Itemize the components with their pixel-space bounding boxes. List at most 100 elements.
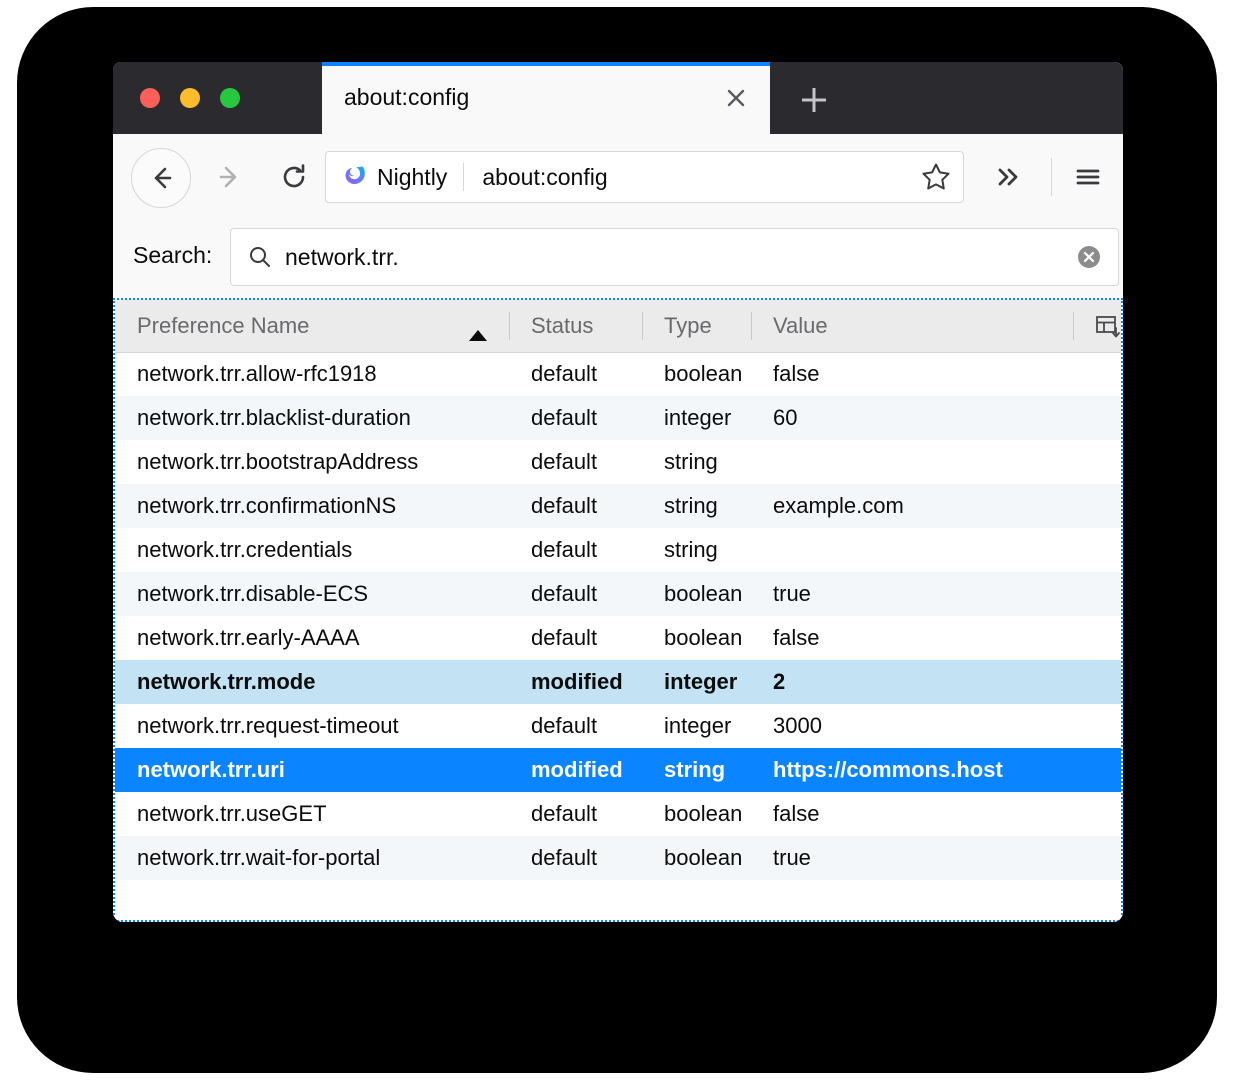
column-picker-icon[interactable] xyxy=(1095,315,1121,339)
pref-name: network.trr.blacklist-duration xyxy=(137,405,411,430)
pref-type: boolean xyxy=(664,845,743,870)
new-tab-icon[interactable] xyxy=(794,80,834,120)
pref-status: default xyxy=(531,405,598,430)
column-header-type[interactable]: Type xyxy=(642,300,751,353)
clear-search-icon[interactable] xyxy=(1076,244,1102,270)
column-header-value[interactable]: Value xyxy=(751,300,1073,353)
close-window-button[interactable] xyxy=(140,88,160,108)
pref-type: integer xyxy=(664,669,738,694)
pref-value xyxy=(751,528,1073,572)
pref-type: string xyxy=(664,493,718,518)
overflow-chevrons-icon[interactable] xyxy=(981,150,1035,204)
pref-value xyxy=(751,440,1073,484)
pref-value: true xyxy=(773,581,811,606)
row-spacer xyxy=(1073,528,1121,572)
table-row[interactable]: network.trr.blacklist-duration default int… xyxy=(115,396,1121,440)
maximize-window-button[interactable] xyxy=(220,88,240,108)
column-label-value: Value xyxy=(773,312,828,338)
table-row[interactable]: network.trr.wait-for-portal default boolea… xyxy=(115,836,1121,880)
url-bar[interactable]: Nightly about:config xyxy=(325,151,964,203)
table-row[interactable]: network.trr.early-AAAA default boolean fals… xyxy=(115,616,1121,660)
table-row[interactable]: network.trr.bootstrapAddress default strin… xyxy=(115,440,1121,484)
column-label-type: Type xyxy=(664,312,712,338)
pref-type: integer xyxy=(664,405,732,430)
pref-value: https://commons.host xyxy=(773,757,1003,782)
pref-name: network.trr.credentials xyxy=(137,537,353,562)
pref-status: modified xyxy=(531,669,623,694)
bookmark-star-icon[interactable] xyxy=(913,154,959,200)
table-row[interactable]: network.trr.useGET default boolean false xyxy=(115,792,1121,836)
close-tab-icon[interactable] xyxy=(720,82,752,114)
hamburger-menu-icon[interactable] xyxy=(1061,150,1115,204)
pref-type: boolean xyxy=(664,581,743,606)
pref-value: true xyxy=(773,845,811,870)
table-row[interactable]: network.trr.request-timeout default intege… xyxy=(115,704,1121,748)
browser-window: about:config Nightly about:config Search… xyxy=(113,62,1123,922)
row-spacer xyxy=(1073,660,1121,704)
pref-value: 2 xyxy=(773,669,786,694)
pref-value: example.com xyxy=(773,493,904,518)
pref-status: default xyxy=(531,801,598,826)
brand-label: Nightly xyxy=(377,163,448,190)
pref-value: 3000 xyxy=(773,713,822,738)
pref-name: network.trr.bootstrapAddress xyxy=(137,449,419,474)
toolbar-divider xyxy=(1051,158,1052,196)
table-row[interactable]: network.trr.uri modified string https://com… xyxy=(115,748,1121,792)
pref-name: network.trr.request-timeout xyxy=(137,713,399,738)
pref-type: boolean xyxy=(664,361,743,387)
column-header-preference-name[interactable]: Preference Name xyxy=(115,300,509,353)
row-spacer xyxy=(1073,352,1121,396)
search-label: Search: xyxy=(133,242,213,268)
forward-button[interactable] xyxy=(201,148,259,206)
row-spacer xyxy=(1073,704,1121,748)
pref-status: default xyxy=(531,493,598,518)
pref-status: default xyxy=(531,845,598,870)
pref-status: modified xyxy=(531,757,623,782)
table-row[interactable]: network.trr.mode modified integer 2 xyxy=(115,660,1121,704)
pref-name: network.trr.mode xyxy=(137,669,316,694)
column-header-status[interactable]: Status xyxy=(509,300,642,353)
pref-status: default xyxy=(531,625,598,650)
back-button[interactable] xyxy=(131,148,191,208)
navigation-toolbar: Nightly about:config xyxy=(113,134,1123,220)
search-field[interactable]: network.trr. xyxy=(230,228,1119,286)
pref-type: string xyxy=(664,537,718,562)
pref-name: network.trr.useGET xyxy=(137,801,327,826)
search-icon xyxy=(247,244,273,270)
table-row[interactable]: network.trr.allow-rfc1918 default boolean f… xyxy=(115,352,1121,396)
traffic-lights xyxy=(140,88,240,108)
tab-about-config[interactable]: about:config xyxy=(322,62,770,134)
row-spacer xyxy=(1073,748,1121,792)
pref-type: string xyxy=(664,757,726,782)
tab-title: about:config xyxy=(344,84,470,110)
pref-value: false xyxy=(773,625,820,650)
table-body: network.trr.allow-rfc1918 default boolean f… xyxy=(115,352,1121,880)
table-header-row: Preference Name Status Type Value xyxy=(115,300,1121,353)
table-row[interactable]: network.trr.credentials default string xyxy=(115,528,1121,572)
url-text: about:config xyxy=(482,163,608,190)
brand-chip: Nightly xyxy=(326,161,463,194)
pref-value: false xyxy=(773,801,820,826)
search-input[interactable]: network.trr. xyxy=(285,244,1076,271)
pref-value: false xyxy=(773,361,820,387)
reload-button[interactable] xyxy=(265,148,323,206)
pref-status: default xyxy=(531,449,598,474)
table-header: Preference Name Status Type Value xyxy=(115,300,1121,353)
tab-accent-bar xyxy=(322,62,770,66)
pref-name: network.trr.early-AAAA xyxy=(137,625,360,650)
column-label-status: Status xyxy=(531,312,594,338)
pref-name: network.trr.wait-for-portal xyxy=(137,845,381,870)
minimize-window-button[interactable] xyxy=(180,88,200,108)
row-spacer xyxy=(1073,396,1121,440)
table-row[interactable]: network.trr.confirmationNS default string e… xyxy=(115,484,1121,528)
titlebar: about:config xyxy=(113,62,1123,134)
column-header-picker[interactable] xyxy=(1073,300,1121,353)
sort-ascending-icon xyxy=(469,321,487,347)
pref-status: default xyxy=(531,361,598,387)
pref-type: string xyxy=(664,449,718,474)
preferences-table: Preference Name Status Type Value networ… xyxy=(115,300,1121,880)
row-spacer xyxy=(1073,616,1121,660)
table-row[interactable]: network.trr.disable-ECS default boolean tru… xyxy=(115,572,1121,616)
preferences-table-container[interactable]: Preference Name Status Type Value networ… xyxy=(113,298,1123,922)
pref-name: network.trr.uri xyxy=(137,757,285,782)
